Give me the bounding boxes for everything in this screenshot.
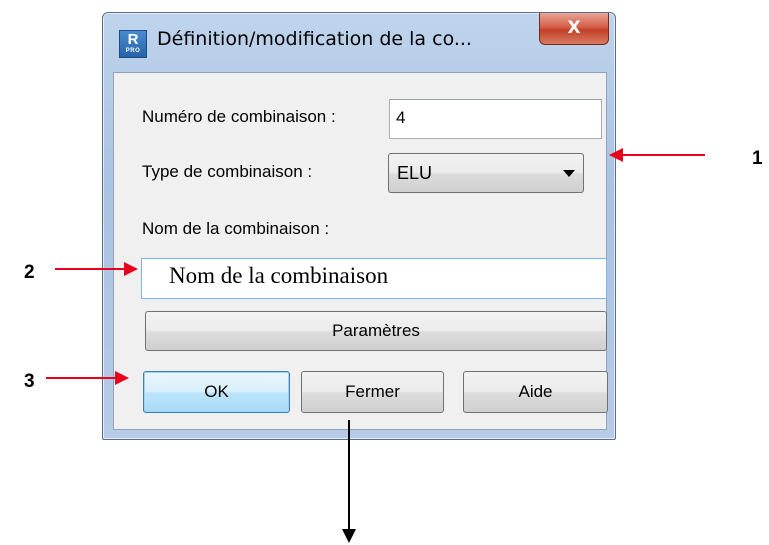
close-window-button[interactable]: X (539, 13, 609, 45)
combination-type-value: ELU (397, 163, 433, 183)
annotation-arrow-1-head (609, 148, 623, 162)
down-arrow-head (342, 529, 356, 543)
help-button[interactable]: Aide (463, 371, 608, 413)
close-icon: X (567, 18, 581, 38)
parameters-button[interactable]: Paramètres (145, 311, 607, 351)
combination-number-label: Numéro de combinaison : (142, 107, 336, 126)
app-icon-letter: R (127, 31, 139, 48)
combination-type-label: Type de combinaison : (142, 162, 313, 181)
dialog-window: R PRO Définition/modification de la co..… (102, 12, 616, 440)
title-bar[interactable]: R PRO Définition/modification de la co..… (103, 13, 615, 71)
annotation-arrow-3-line (46, 377, 116, 379)
annotation-arrow-2-head (124, 262, 138, 276)
combination-name-label: Nom de la combinaison : (142, 219, 330, 238)
annotation-number-2: 2 (24, 262, 35, 283)
robot-pro-app-icon: R PRO (119, 30, 147, 58)
combination-type-dropdown[interactable]: ELU (388, 153, 584, 193)
annotation-number-1: 1 (752, 148, 763, 169)
dialog-body: Numéro de combinaison : 4 Type de combin… (113, 72, 608, 430)
annotation-number-3: 3 (24, 371, 35, 392)
combination-number-input[interactable]: 4 (389, 99, 602, 139)
annotation-arrow-1-line (620, 154, 705, 156)
app-icon-subtext: PRO (125, 48, 141, 54)
annotation-arrow-2-line (55, 268, 125, 270)
dropdown-arrow-icon (563, 170, 575, 177)
ok-button[interactable]: OK (143, 371, 290, 413)
down-arrow-line (348, 420, 350, 532)
close-button[interactable]: Fermer (301, 371, 444, 413)
annotation-arrow-3-head (115, 371, 129, 385)
window-title: Définition/modification de la co... (157, 28, 472, 50)
combination-name-input[interactable]: Nom de la combinaison (141, 258, 607, 299)
